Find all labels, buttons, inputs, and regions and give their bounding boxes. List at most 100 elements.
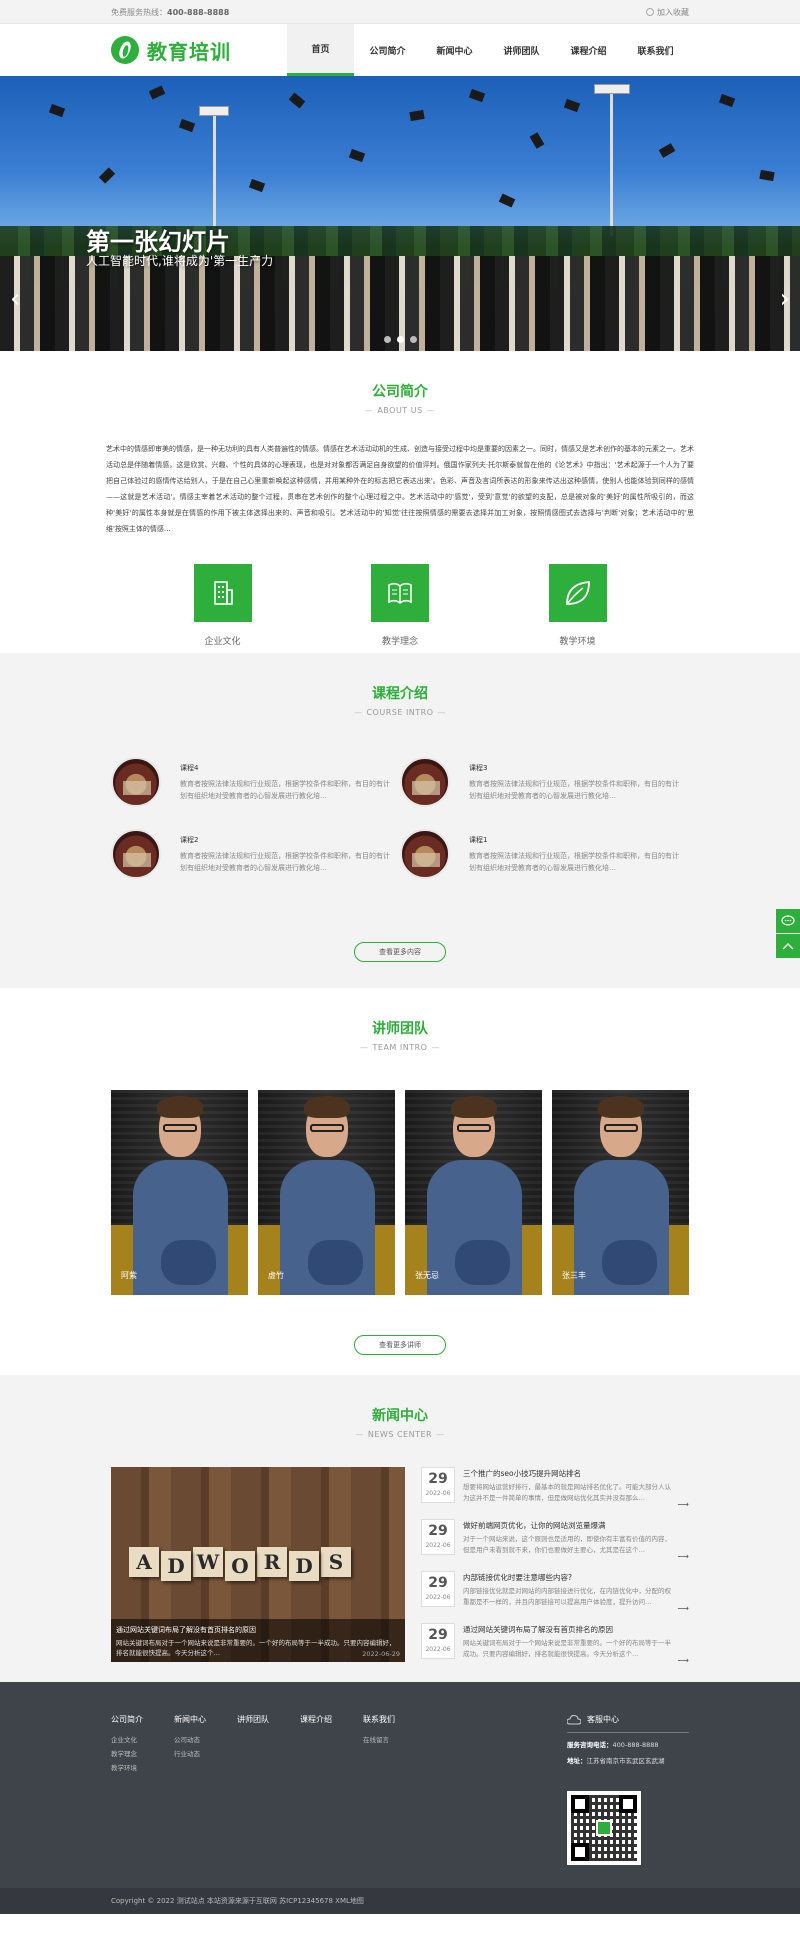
feature-culture[interactable]: 企业文化 (178, 564, 268, 647)
arrow-right-icon: ⟶ (677, 1656, 689, 1665)
arrow-right-icon: ⟶ (677, 1604, 689, 1613)
about-section: 公司简介 ABOUT US 艺术中的情感即审美的情感，是一种无功利的具有人类普遍… (0, 351, 800, 653)
feature-philosophy-label: 教学理念 (381, 637, 418, 647)
course-title: 课程1 (469, 836, 488, 844)
service-title: 客服中心 (587, 1715, 619, 1724)
grad-cap (288, 92, 306, 109)
footer-col-title[interactable]: 联系我们 (363, 1714, 426, 1725)
course-desc: 教育者按照法律法规和行业规范，根据学校条件和职称，有目的有计划有组织地对受教育者… (180, 780, 390, 800)
news-feature-card[interactable]: A D W O R D S 通过网站关键词布局了解没有首页排名的原因 网站关键词… (111, 1467, 405, 1662)
feature-environment[interactable]: 教学环境 (533, 564, 623, 647)
footer-link[interactable]: 教学环境 (111, 1761, 174, 1775)
arrow-right-icon: ⟶ (677, 1552, 689, 1561)
nav-item-teachers[interactable]: 讲师团队 (488, 24, 555, 76)
news-section: 新闻中心 NEWS CENTER A D W O R D S 通过网站关键词布局… (0, 1375, 800, 1682)
teacher-name: 张无忌 (415, 1271, 439, 1280)
news-feature-date: 2022-06-29 (362, 1650, 400, 1658)
news-item-desc: 内部链接优化就是对网站的内部链接进行优化，在内链优化中，分配的权重都是不一样的，… (463, 1587, 671, 1606)
slider-next-arrow-icon[interactable]: › (780, 286, 790, 312)
add-favorite-link[interactable]: 加入收藏 (646, 7, 689, 18)
hotline: 免费服务热线：400-888-8888 (111, 7, 229, 18)
footer-col-title[interactable]: 讲师团队 (237, 1714, 300, 1725)
more-courses-button[interactable]: 查看更多内容 (354, 942, 446, 962)
course-thumbnail (400, 829, 450, 879)
feature-list: 企业文化 教学理念 教学环境 (178, 564, 623, 647)
main-nav: 首页 公司简介 新闻中心 讲师团队 课程介绍 联系我们 (287, 24, 689, 76)
news-item[interactable]: 29 2022-06 做好前端网页优化，让你的网站浏览量爆满 对于一个网站来说，… (421, 1519, 689, 1571)
grad-cap (658, 143, 676, 158)
news-date: 29 2022-06 (421, 1519, 455, 1555)
course-item[interactable]: 课程4 教育者按照法律法规和行业规范，根据学校条件和职称，有目的有计划有组织地对… (111, 757, 400, 829)
about-subtitle: ABOUT US (0, 406, 800, 415)
news-date: 29 2022-06 (421, 1623, 455, 1659)
teachers-subtitle: TEAM INTRO (0, 1043, 800, 1052)
slider-dots (0, 336, 800, 343)
course-thumbnail (111, 757, 161, 807)
nav-item-home[interactable]: 首页 (287, 24, 354, 76)
teacher-card[interactable]: 虚竹 (258, 1090, 395, 1295)
back-to-top-icon[interactable] (776, 934, 800, 958)
course-item[interactable]: 课程1 教育者按照法律法规和行业规范，根据学校条件和职称，有目的有计划有组织地对… (400, 829, 689, 901)
slide-subtitle: 人工智能时代,谁将成为'第一生产力 (86, 254, 274, 268)
news-item[interactable]: 29 2022-06 内部链接优化时要注意哪些内容? 内部链接优化就是对网站的内… (421, 1571, 689, 1623)
grad-cap (409, 109, 425, 122)
chat-icon[interactable] (776, 909, 800, 933)
feature-environment-label: 教学环境 (559, 637, 596, 647)
footer-col-title[interactable]: 课程介绍 (300, 1714, 363, 1725)
footer-links: 公司简介 企业文化 教学理念 教学环境 新闻中心 公司动态 行业动态 讲师团队 … (111, 1714, 426, 1865)
courses-section: 课程介绍 COURSE INTRO 课程4 教育者按照法律法规和行业规范，根据学… (0, 653, 800, 988)
teacher-card[interactable]: 阿紫 (111, 1090, 248, 1295)
logo[interactable]: 教育培训 (111, 36, 231, 65)
news-date: 29 2022-06 (421, 1571, 455, 1607)
course-item[interactable]: 课程3 教育者按照法律法规和行业规范，根据学校条件和职称，有目的有计划有组织地对… (400, 757, 689, 829)
news-item[interactable]: 29 2022-06 三个推广的seo小技巧提升网站排名 想要将网站运营好排行，… (421, 1467, 689, 1519)
news-item-title: 通过网站关键词布局了解没有首页排名的原因 (463, 1625, 613, 1634)
grad-cap (498, 193, 516, 208)
light-pole-lamp (199, 106, 229, 116)
about-title: 公司简介 (372, 384, 428, 400)
footer-col-title[interactable]: 公司简介 (111, 1714, 174, 1725)
footer-link[interactable]: 公司动态 (174, 1733, 237, 1747)
nav-item-news[interactable]: 新闻中心 (421, 24, 488, 76)
teacher-name: 张三丰 (562, 1271, 586, 1280)
news-title: 新闻中心 (372, 1408, 428, 1424)
grad-cap (98, 167, 116, 184)
teacher-card[interactable]: 张三丰 (552, 1090, 689, 1295)
service-phone: 服务咨询电话：400-888-8888 (567, 1741, 659, 1749)
nav-item-about[interactable]: 公司简介 (354, 24, 421, 76)
more-teachers-button[interactable]: 查看更多讲师 (354, 1335, 446, 1355)
footer-link[interactable]: 教学理念 (111, 1747, 174, 1761)
footer-col-title[interactable]: 新闻中心 (174, 1714, 237, 1725)
news-item-desc: 对于一个网站来说，这个原则也是适用的，即使你有丰富有价值的内容，但是用户未看到就… (463, 1535, 671, 1554)
footer-link[interactable]: 行业动态 (174, 1747, 237, 1761)
course-desc: 教育者按照法律法规和行业规范，根据学校条件和职称，有目的有计划有组织地对受教育者… (469, 780, 679, 800)
course-thumbnail (400, 757, 450, 807)
arrow-right-icon: ⟶ (677, 1500, 689, 1509)
grad-cap (248, 178, 266, 193)
nav-item-contact[interactable]: 联系我们 (622, 24, 689, 76)
home-icon (596, 1820, 612, 1836)
logo-text: 教育培训 (147, 39, 231, 64)
feature-philosophy[interactable]: 教学理念 (355, 564, 445, 647)
news-feature-title: 通过网站关键词布局了解没有首页排名的原因 (116, 1626, 256, 1634)
footer-link[interactable]: 企业文化 (111, 1733, 174, 1747)
book-icon (371, 564, 429, 622)
news-item-title: 内部链接优化时要注意哪些内容? (463, 1573, 572, 1582)
site-header: 教育培训 首页 公司简介 新闻中心 讲师团队 课程介绍 联系我们 (0, 24, 800, 76)
course-item[interactable]: 课程2 教育者按照法律法规和行业规范，根据学校条件和职称，有目的有计划有组织地对… (111, 829, 400, 901)
course-desc: 教育者按照法律法规和行业规范，根据学校条件和职称，有目的有计划有组织地对受教育者… (180, 852, 390, 872)
top-bar: 免费服务热线：400-888-8888 加入收藏 (0, 0, 800, 24)
slider-dot-2[interactable] (396, 336, 404, 343)
teacher-card[interactable]: 张无忌 (405, 1090, 542, 1295)
copyright-text: Copyright © 2022 测试站点 本站资源来源于互联网 苏ICP123… (111, 1897, 364, 1905)
courses-title: 课程介绍 (372, 686, 428, 702)
service-header: 客服中心 (567, 1714, 689, 1733)
news-item[interactable]: 29 2022-06 通过网站关键词布局了解没有首页排名的原因 网站关键词布局对… (421, 1623, 689, 1675)
slider-dot-1[interactable] (383, 336, 391, 343)
nav-item-courses[interactable]: 课程介绍 (555, 24, 622, 76)
grad-cap (468, 88, 486, 103)
footer-link[interactable]: 在线留言 (363, 1733, 426, 1747)
course-grid: 课程4 教育者按照法律法规和行业规范，根据学校条件和职称，有目的有计划有组织地对… (111, 757, 689, 901)
slider-dot-3[interactable] (409, 336, 417, 343)
slider-prev-arrow-icon[interactable]: ‹ (10, 286, 20, 312)
